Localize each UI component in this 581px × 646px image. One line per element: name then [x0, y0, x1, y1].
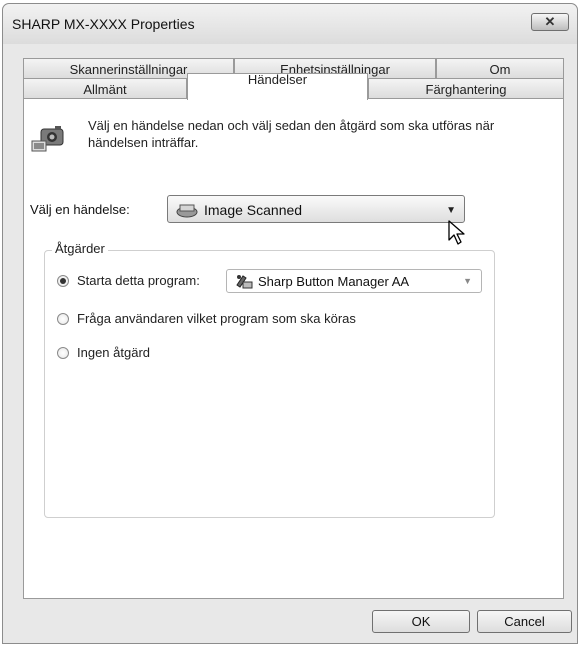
ask-user-radio[interactable]: [57, 313, 69, 325]
actions-group-label: Åtgärder: [52, 241, 108, 256]
no-action-radio[interactable]: [57, 347, 69, 359]
event-select-label: Välj en händelse:: [30, 202, 130, 217]
program-select[interactable]: Sharp Button Manager AA ▼: [226, 269, 482, 293]
selected-program: Sharp Button Manager AA: [258, 274, 410, 289]
tab-allmant[interactable]: Allmänt: [23, 78, 187, 100]
tab-label: Om: [489, 62, 511, 77]
mouse-pointer-icon: [448, 220, 465, 245]
scanner-icon: [31, 126, 64, 152]
tab-label: Skannerinställningar: [69, 62, 188, 77]
cancel-button[interactable]: Cancel: [477, 610, 572, 633]
title-bar: SHARP MX-XXXX Properties ✕: [3, 4, 577, 44]
tab-label: Färghantering: [425, 82, 507, 97]
button-manager-icon: [236, 275, 253, 289]
image-scanned-icon: [176, 204, 198, 218]
ok-button-label: OK: [411, 614, 431, 629]
selected-event: Image Scanned: [204, 202, 303, 218]
chevron-down-icon: ▼: [463, 276, 472, 286]
cancel-button-label: Cancel: [504, 614, 545, 629]
start-program-radio[interactable]: [57, 275, 69, 287]
tab-farghantering[interactable]: Färghantering: [368, 78, 564, 100]
events-description: Välj en händelse nedan och välj sedan de…: [88, 118, 495, 150]
chevron-down-icon: ▼: [446, 205, 456, 216]
tab-label: Allmänt: [83, 82, 127, 97]
tab-om[interactable]: Om: [436, 58, 564, 80]
close-button[interactable]: ✕: [531, 13, 569, 31]
tab-handelser[interactable]: Händelser: [187, 72, 368, 100]
window-title: SHARP MX-XXXX Properties: [12, 16, 195, 32]
ask-user-label: Fråga användaren vilket program som ska …: [77, 311, 356, 326]
tab-label: Händelser: [247, 72, 308, 87]
ok-button[interactable]: OK: [372, 610, 470, 633]
no-action-label: Ingen åtgärd: [77, 345, 151, 360]
event-select[interactable]: Image Scanned ▼: [167, 195, 465, 223]
close-icon: ✕: [544, 14, 556, 29]
start-program-label: Starta detta program:: [77, 273, 200, 288]
